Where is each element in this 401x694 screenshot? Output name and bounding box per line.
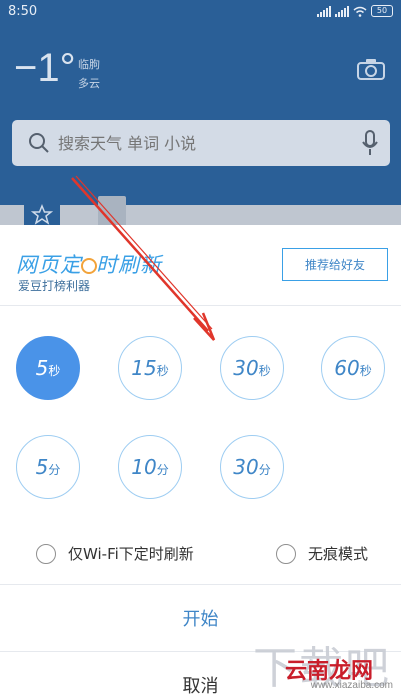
interval-number: 10 bbox=[131, 455, 157, 479]
interval-unit: 秒 bbox=[258, 364, 271, 378]
temperature[interactable]: −1° bbox=[14, 46, 76, 91]
weather-condition: 多云 bbox=[78, 77, 100, 90]
cancel-label: 取消 bbox=[182, 676, 219, 694]
timed-refresh-dialog: 网页定 时刷新 爱豆打榜利器 推荐给好友 5秒 15秒 30秒 60秒 5分 10… bbox=[0, 225, 401, 694]
status-time: 8:50 bbox=[8, 4, 38, 19]
interval-option-15s[interactable]: 15秒 bbox=[118, 336, 182, 400]
incognito-label: 无痕模式 bbox=[308, 545, 369, 563]
status-bar: 8:50 50 bbox=[0, 0, 401, 26]
weather-location: 临朐 bbox=[78, 58, 100, 71]
battery-icon: 50 bbox=[371, 5, 393, 17]
search-input[interactable] bbox=[58, 132, 338, 154]
incognito-radio[interactable] bbox=[276, 543, 296, 564]
recommend-to-friend-button[interactable]: 推荐给好友 bbox=[282, 248, 388, 281]
interval-option-5s[interactable]: 5秒 bbox=[16, 336, 80, 400]
browser-header: 8:50 50 −1° 临朐 多云 bbox=[0, 0, 401, 205]
interval-option-30m[interactable]: 30分 bbox=[220, 435, 284, 499]
interval-number: 30 bbox=[233, 356, 259, 380]
logo-title-part1: 网页定 bbox=[16, 253, 82, 277]
search-icon bbox=[29, 133, 49, 153]
interval-unit: 秒 bbox=[156, 364, 169, 378]
interval-unit: 秒 bbox=[48, 364, 61, 378]
clock-icon bbox=[81, 258, 97, 274]
interval-option-30s[interactable]: 30秒 bbox=[220, 336, 284, 400]
camera-icon[interactable] bbox=[357, 58, 385, 80]
dialog-logo-subtitle: 爱豆打榜利器 bbox=[18, 279, 91, 293]
signal-icon-2 bbox=[335, 5, 349, 17]
interval-option-5m[interactable]: 5分 bbox=[16, 435, 80, 499]
interval-number: 5 bbox=[35, 356, 49, 380]
interval-unit: 分 bbox=[258, 463, 271, 477]
interval-number: 30 bbox=[233, 455, 259, 479]
wifi-only-label: 仅Wi-Fi下定时刷新 bbox=[68, 545, 194, 563]
microphone-icon[interactable] bbox=[362, 130, 378, 156]
interval-option-10m[interactable]: 10分 bbox=[118, 435, 182, 499]
search-bar[interactable] bbox=[12, 120, 390, 166]
interval-unit: 秒 bbox=[359, 364, 372, 378]
wifi-icon bbox=[353, 6, 367, 17]
status-icons: 50 bbox=[317, 5, 393, 17]
interval-number: 60 bbox=[334, 356, 360, 380]
signal-icon bbox=[317, 5, 331, 17]
dialog-logo-title: 网页定 时刷新 bbox=[16, 249, 162, 279]
wifi-only-option[interactable]: 仅Wi-Fi下定时刷新 bbox=[36, 543, 194, 564]
interval-unit: 分 bbox=[156, 463, 169, 477]
wifi-only-radio[interactable] bbox=[36, 543, 56, 564]
divider bbox=[0, 305, 401, 306]
interval-option-60s[interactable]: 60秒 bbox=[321, 336, 385, 400]
interval-unit: 分 bbox=[48, 463, 61, 477]
interval-number: 15 bbox=[131, 356, 157, 380]
watermark-url: www.xiazaiba.com bbox=[310, 680, 393, 691]
incognito-option[interactable]: 无痕模式 bbox=[276, 543, 368, 564]
interval-number: 5 bbox=[35, 455, 49, 479]
logo-title-part2: 时刷新 bbox=[96, 253, 162, 277]
